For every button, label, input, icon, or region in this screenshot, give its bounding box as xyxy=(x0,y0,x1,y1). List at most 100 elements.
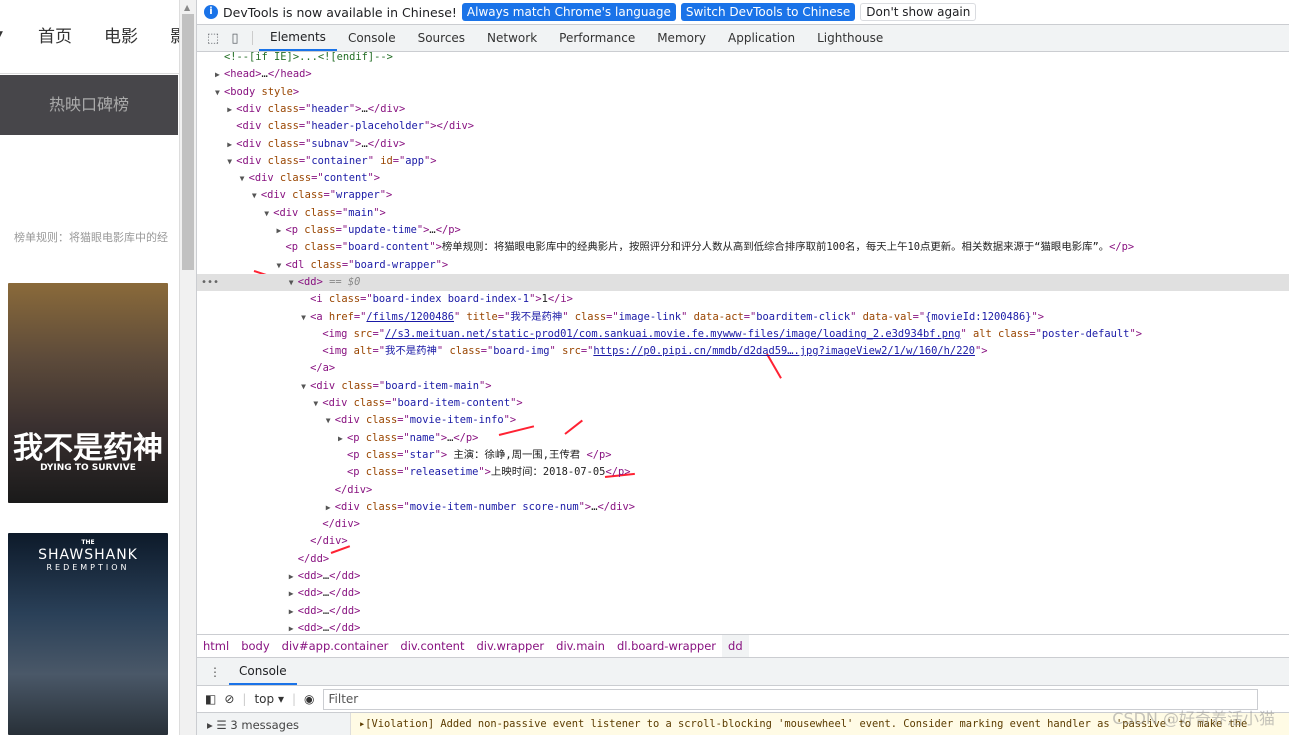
code-token: "></div> xyxy=(423,120,475,133)
dont-show-again-button[interactable]: Don't show again xyxy=(860,3,977,21)
always-match-language-button[interactable]: Always match Chrome's language xyxy=(461,3,676,21)
dom-node[interactable]: ▼ <div class="container" id="app"> xyxy=(197,153,1289,170)
code-token: class xyxy=(449,345,481,358)
expanded-triangle-icon[interactable]: ▼ xyxy=(301,309,306,326)
collapsed-triangle-icon[interactable]: ▶ xyxy=(277,222,282,239)
expanded-triangle-icon[interactable]: ▼ xyxy=(277,257,282,274)
code-token: class xyxy=(279,172,312,185)
collapsed-triangle-icon[interactable]: ▶ xyxy=(289,568,294,585)
breadcrumb-item[interactable]: div.main xyxy=(550,635,611,657)
expanded-triangle-icon[interactable]: ▼ xyxy=(301,378,306,395)
scroll-up-icon[interactable]: ▲ xyxy=(184,3,190,12)
code-token: id xyxy=(380,154,393,167)
breadcrumb-item[interactable]: dd xyxy=(722,635,749,657)
nav-more[interactable]: 影 xyxy=(170,22,179,47)
code-token: href xyxy=(328,310,354,323)
dom-node[interactable]: </a> xyxy=(197,360,1289,377)
dom-node[interactable]: <p class="star"> 主演：徐峥,周一围,王传君 </p> xyxy=(197,447,1289,464)
dom-node[interactable]: ▼ <div class="board-item-content"> xyxy=(197,395,1289,412)
more-options-icon[interactable]: ••• xyxy=(201,274,219,291)
collapsed-triangle-icon[interactable]: ▶ xyxy=(227,101,232,118)
dom-node[interactable]: ▼ <div class="wrapper"> xyxy=(197,187,1289,204)
dom-node[interactable]: ▶ <dd>…</dd> xyxy=(197,620,1289,634)
dom-node[interactable]: <p class="releasetime">上映时间：2018-07-05</… xyxy=(197,464,1289,481)
code-token: </div> xyxy=(322,518,360,531)
dom-node[interactable]: ▼ <div class="main"> xyxy=(197,205,1289,222)
dom-node[interactable]: ▼ <div class="board-item-main"> xyxy=(197,378,1289,395)
dom-node[interactable]: ▶ <div class="header">…</div> xyxy=(197,101,1289,118)
elements-dom-tree[interactable]: <!--[if IE]>...<![endif]--> ▶ <head>…</hea… xyxy=(197,44,1289,634)
expanded-triangle-icon[interactable]: ▼ xyxy=(227,153,232,170)
drawer-menu-icon[interactable]: ⋮ xyxy=(209,665,221,679)
dom-node[interactable]: ▶ <dd>…</dd> xyxy=(197,568,1289,585)
breadcrumb-item[interactable]: div#app.container xyxy=(276,635,395,657)
collapsed-triangle-icon[interactable]: ▶ xyxy=(215,66,220,83)
dom-node[interactable]: ▼ <body style> xyxy=(197,84,1289,101)
dom-node[interactable]: ▼ <div class="content"> xyxy=(197,170,1289,187)
dom-node[interactable]: ▶ <dd>…</dd> xyxy=(197,603,1289,620)
collapsed-triangle-icon[interactable]: ▶ xyxy=(227,136,232,153)
dropdown-caret-icon[interactable]: ▼ xyxy=(0,30,3,40)
dom-node[interactable]: ▶ <p class="update-time">…</p> xyxy=(197,222,1289,239)
dom-node[interactable]: </div> xyxy=(197,516,1289,533)
code-token: <!--[if IE]>...<![endif]--> xyxy=(224,51,393,63)
collapsed-triangle-icon[interactable]: ▶ xyxy=(326,499,331,516)
dom-node[interactable]: ▶ <p class="name">…</p> xyxy=(197,430,1289,447)
messages-sidebar-item[interactable]: ▸ ☰ 3 messages xyxy=(197,713,350,735)
breadcrumb-item[interactable]: div.wrapper xyxy=(470,635,550,657)
code-token: =" xyxy=(311,172,324,185)
dom-node[interactable]: ▶ <head>…</head> xyxy=(197,66,1289,83)
dom-node[interactable]: ▶ <div class="subnav">…</div> xyxy=(197,136,1289,153)
expanded-triangle-icon[interactable]: ▼ xyxy=(289,274,294,291)
context-select[interactable]: top ▾ xyxy=(254,692,284,706)
breadcrumb-item[interactable]: div.content xyxy=(394,635,470,657)
dom-node[interactable]: <img src="//s3.meituan.net/static-prod01… xyxy=(197,326,1289,343)
code-token: movie-item-info xyxy=(409,414,504,427)
resource-link[interactable]: /films/1200486 xyxy=(366,311,454,323)
switch-to-chinese-button[interactable]: Switch DevTools to Chinese xyxy=(680,3,856,21)
dom-node[interactable]: </dd> xyxy=(197,551,1289,568)
dom-node[interactable]: ▼ <dl class="board-wrapper"> xyxy=(197,257,1289,274)
live-expression-eye-icon[interactable]: ◉ xyxy=(304,692,314,706)
drawer-tab-console[interactable]: Console xyxy=(229,658,297,685)
dom-node[interactable]: <img alt="我不是药神" class="board-img" src="… xyxy=(197,343,1289,360)
breadcrumb-item[interactable]: html xyxy=(197,635,235,657)
code-token: class xyxy=(341,379,373,392)
expanded-triangle-icon[interactable]: ▼ xyxy=(215,84,220,101)
collapsed-triangle-icon[interactable]: ▶ xyxy=(338,430,343,447)
resource-link[interactable]: https://p0.pipi.cn/mmdb/d2dad59….jpg?ima… xyxy=(593,345,975,357)
dom-node[interactable]: </div> xyxy=(197,482,1289,499)
nav-movies[interactable]: 电影 xyxy=(104,22,138,47)
dom-node[interactable]: <div class="header-placeholder"></div> xyxy=(197,118,1289,135)
dom-node[interactable]: </div> xyxy=(197,533,1289,550)
page-scrollbar[interactable]: ▲ xyxy=(179,0,196,735)
code-token: "> xyxy=(424,154,437,167)
dom-node[interactable]: <i class="board-index board-index-1">1</… xyxy=(197,291,1289,308)
dom-node-selected[interactable]: ••• ▼ <dd> == $0 xyxy=(197,273,1289,291)
poster-dying-to-survive[interactable]: 我不是药神 DYING TO SURVIVE xyxy=(8,283,168,503)
breadcrumb-item[interactable]: dl.board-wrapper xyxy=(611,635,722,657)
dom-node[interactable]: ▶ <div class="movie-item-number score-num… xyxy=(197,499,1289,516)
collapsed-triangle-icon[interactable]: ▶ xyxy=(289,603,294,620)
expanded-triangle-icon[interactable]: ▼ xyxy=(313,395,318,412)
code-token: board-index board-index-1 xyxy=(372,293,530,306)
poster-shawshank[interactable]: THE SHAWSHANK REDEMPTION xyxy=(8,533,168,735)
breadcrumb-item[interactable]: body xyxy=(235,635,275,657)
dom-node[interactable]: <p class="board-content">榜单规则：将猫眼电影库中的经典… xyxy=(197,239,1289,256)
nav-home[interactable]: 首页 xyxy=(38,22,72,47)
hot-board-tab[interactable]: 热映口碑榜 xyxy=(0,75,178,135)
resource-link[interactable]: //s3.meituan.net/static-prod01/com.sanku… xyxy=(385,328,961,340)
expanded-triangle-icon[interactable]: ▼ xyxy=(252,187,257,204)
sidebar-toggle-icon[interactable]: ◧ xyxy=(205,692,216,706)
dom-node[interactable]: ▼ <div class="movie-item-info"> xyxy=(197,412,1289,429)
collapsed-triangle-icon[interactable]: ▶ xyxy=(289,620,294,634)
clear-console-icon[interactable]: ⊘ xyxy=(224,692,234,706)
dom-node[interactable]: <!--[if IE]>...<![endif]--> xyxy=(197,49,1289,66)
expanded-triangle-icon[interactable]: ▼ xyxy=(240,170,245,187)
expanded-triangle-icon[interactable]: ▼ xyxy=(264,205,269,222)
dom-node[interactable]: ▶ <dd>…</dd> xyxy=(197,585,1289,602)
collapsed-triangle-icon[interactable]: ▶ xyxy=(289,585,294,602)
dom-node[interactable]: ▼ <a href="/films/1200486" title="我不是药神" … xyxy=(197,309,1289,326)
scrollbar-thumb[interactable] xyxy=(182,14,194,270)
expanded-triangle-icon[interactable]: ▼ xyxy=(326,412,331,429)
